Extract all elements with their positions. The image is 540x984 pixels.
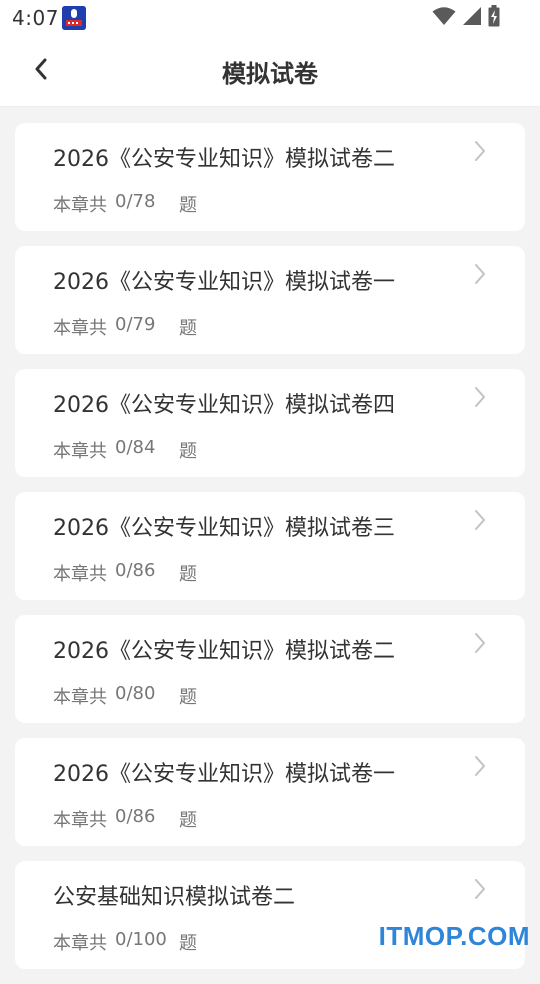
count-suffix: 题	[179, 687, 197, 708]
question-count: 本章共 0/84 题	[53, 437, 197, 463]
count-suffix: 题	[179, 318, 197, 339]
exam-card[interactable]: 2026《公安专业知识》模拟试卷三 本章共 0/86 题	[15, 492, 525, 600]
exam-title: 公安基础知识模拟试卷二	[53, 885, 296, 910]
wifi-icon	[432, 6, 456, 30]
count-value: 0/80	[115, 683, 156, 704]
chevron-right-icon	[473, 386, 487, 408]
question-count: 本章共 0/79 题	[53, 314, 197, 340]
exam-title: 2026《公安专业知识》模拟试卷一	[53, 270, 395, 295]
count-suffix: 题	[179, 564, 197, 585]
count-value: 0/100	[115, 929, 167, 950]
exam-title: 2026《公安专业知识》模拟试卷四	[53, 393, 395, 418]
question-count: 本章共 0/78 题	[53, 191, 197, 217]
exam-card[interactable]: 公安基础知识模拟试卷二 本章共 0/100 题	[15, 861, 525, 969]
cell-signal-icon	[462, 6, 482, 30]
count-prefix: 本章共	[53, 810, 107, 831]
count-prefix: 本章共	[53, 195, 107, 216]
exam-card[interactable]: 2026《公安专业知识》模拟试卷四 本章共 0/84 题	[15, 369, 525, 477]
count-suffix: 题	[179, 441, 197, 462]
page-title: 模拟试卷	[222, 60, 318, 88]
count-value: 0/79	[115, 314, 156, 335]
count-suffix: 题	[179, 933, 197, 954]
exam-card[interactable]: 2026《公安专业知识》模拟试卷一 本章共 0/86 题	[15, 738, 525, 846]
question-count: 本章共 0/80 题	[53, 683, 197, 709]
exam-list: 2026《公安专业知识》模拟试卷二 本章共 0/78 题 2026《公安专业知识…	[15, 123, 525, 984]
question-count: 本章共 0/86 题	[53, 560, 197, 586]
exam-title: 2026《公安专业知识》模拟试卷三	[53, 516, 395, 541]
count-value: 0/86	[115, 560, 156, 581]
count-value: 0/78	[115, 191, 156, 212]
battery-icon	[488, 5, 500, 31]
chevron-right-icon	[473, 878, 487, 900]
exam-title: 2026《公安专业知识》模拟试卷二	[53, 147, 395, 172]
status-icons	[432, 5, 500, 31]
count-prefix: 本章共	[53, 687, 107, 708]
exam-title: 2026《公安专业知识》模拟试卷一	[53, 762, 395, 787]
count-prefix: 本章共	[53, 318, 107, 339]
count-prefix: 本章共	[53, 441, 107, 462]
chevron-right-icon	[473, 632, 487, 654]
site-watermark: ITMOP.COM	[378, 921, 530, 951]
count-value: 0/84	[115, 437, 156, 458]
count-suffix: 题	[179, 195, 197, 216]
count-suffix: 题	[179, 810, 197, 831]
count-prefix: 本章共	[53, 564, 107, 585]
exam-title: 2026《公安专业知识》模拟试卷二	[53, 639, 395, 664]
exam-card[interactable]: 2026《公安专业知识》模拟试卷二 本章共 0/80 题	[15, 615, 525, 723]
chevron-right-icon	[473, 509, 487, 531]
app-notification-icon	[62, 6, 86, 30]
chevron-right-icon	[473, 755, 487, 777]
status-time: 4:07	[12, 6, 59, 30]
status-bar: 4:07	[0, 0, 540, 36]
count-value: 0/86	[115, 806, 156, 827]
chevron-right-icon	[473, 140, 487, 162]
header: 模拟试卷	[0, 36, 540, 107]
chevron-right-icon	[473, 263, 487, 285]
question-count: 本章共 0/86 题	[53, 806, 197, 832]
exam-card[interactable]: 2026《公安专业知识》模拟试卷二 本章共 0/78 题	[15, 123, 525, 231]
count-prefix: 本章共	[53, 933, 107, 954]
exam-card[interactable]: 2026《公安专业知识》模拟试卷一 本章共 0/79 题	[15, 246, 525, 354]
question-count: 本章共 0/100 题	[53, 929, 197, 955]
